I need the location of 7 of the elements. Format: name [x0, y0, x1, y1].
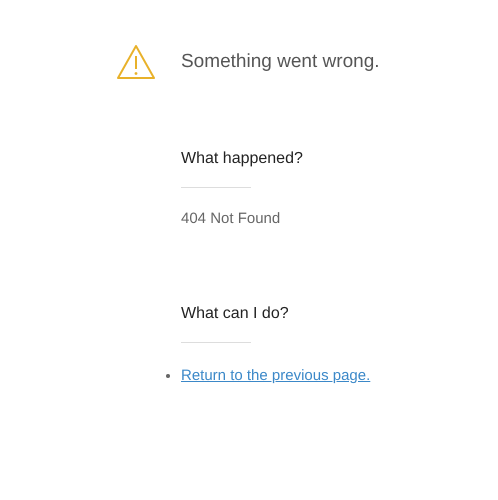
warning-icon: [116, 44, 156, 80]
error-title: Something went wrong.: [181, 51, 380, 73]
back-link[interactable]: Return to the previous page.: [181, 367, 370, 384]
section-heading: What happened?: [181, 150, 303, 168]
section-heading: What can I do?: [181, 305, 289, 323]
bullet-icon: [166, 374, 170, 378]
error-message: 404 Not Found: [181, 210, 280, 227]
